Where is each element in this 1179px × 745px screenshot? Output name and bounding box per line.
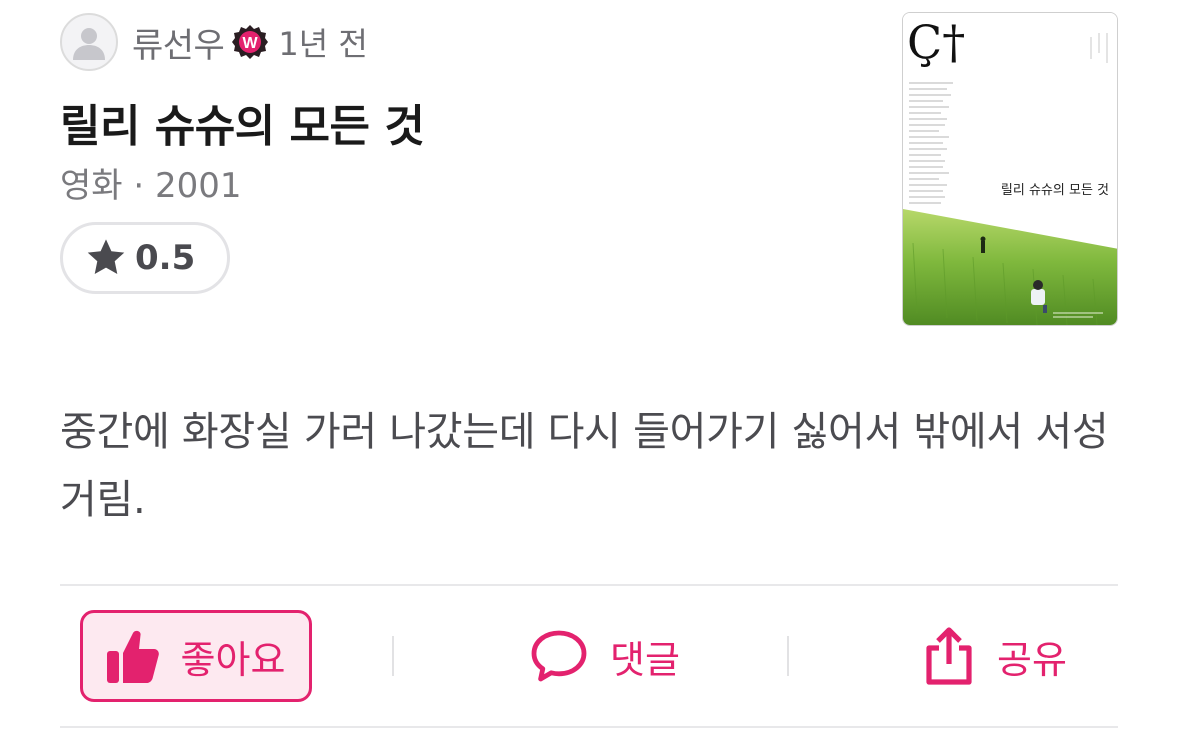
movie-meta: 영화 · 2001 (60, 166, 242, 206)
share-icon (926, 627, 972, 685)
share-label: 공유 (997, 637, 1067, 682)
movie-title[interactable]: 릴리 슈슈의 모든 것 (60, 90, 425, 154)
author-name[interactable]: 류선우 (132, 18, 225, 67)
speech-bubble-icon (531, 630, 587, 682)
rating-value: 0.5 (135, 238, 196, 278)
like-button[interactable]: 좋아요 (80, 610, 312, 702)
review-card: 류선우 W 1년 전 릴리 슈슈의 모든 것 영화 · 2001 0.5 Ç† … (0, 0, 1179, 745)
star-icon (87, 239, 125, 274)
thumbs-up-icon (106, 630, 159, 683)
comment-button[interactable]: 댓글 (500, 610, 710, 702)
user-placeholder-icon (73, 28, 105, 60)
rating-badge: 0.5 (60, 222, 230, 294)
badge-letter: W (243, 35, 259, 52)
review-text[interactable]: 중간에 화장실 가러 나갔는데 다시 들어가기 싫어서 밖에서 서성거림. (60, 398, 1120, 534)
action-bar: 좋아요 댓글 공유 (60, 588, 1118, 724)
avatar[interactable] (60, 13, 118, 71)
post-time: 1년 전 (278, 25, 368, 63)
like-label: 좋아요 (180, 637, 286, 682)
share-button[interactable]: 공유 (900, 610, 1090, 702)
poster-title-text: 릴리 슈슈의 모든 것 (1000, 183, 1109, 198)
watcha-badge-icon: W (232, 24, 269, 60)
separator (392, 636, 394, 676)
poster-logo: Ç† (907, 15, 966, 69)
bottom-divider (60, 726, 1118, 728)
comment-label: 댓글 (610, 637, 680, 682)
movie-poster[interactable]: Ç† 릴리 슈슈의 모든 것 (902, 12, 1118, 326)
top-divider (60, 584, 1118, 586)
separator (787, 636, 789, 676)
author-row: 류선우 W 1년 전 (60, 12, 368, 72)
